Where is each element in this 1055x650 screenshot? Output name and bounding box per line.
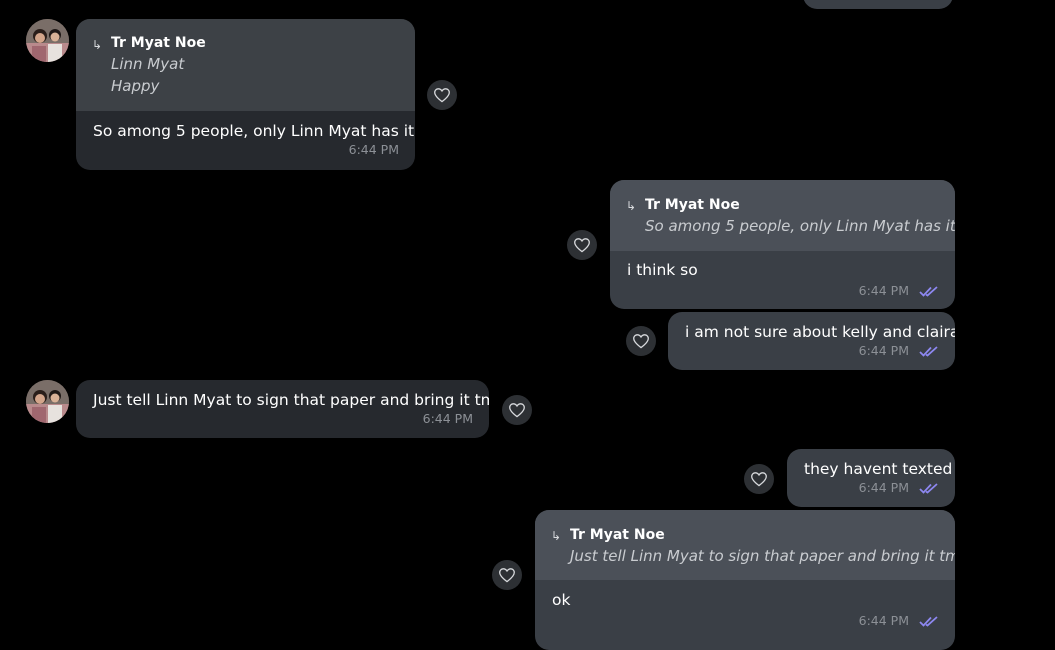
message-text: ok — [552, 591, 571, 609]
avatar-image — [26, 19, 69, 62]
quote-text-line: Happy — [111, 77, 160, 95]
message-bubble-incoming[interactable]: ↳ Tr Myat Noe Linn Myat Happy So among 5… — [76, 19, 415, 170]
message-text: So among 5 people, only Linn Myat has it… — [93, 122, 415, 140]
quote-text-line: So among 5 people, only Linn Myat has it… — [645, 217, 955, 235]
read-receipt-icon — [919, 286, 938, 297]
message-timestamp: 6:44 PM — [422, 411, 473, 426]
message-text: i think so — [627, 261, 698, 279]
heart-icon — [574, 238, 590, 253]
message-bubble-incoming[interactable]: Just tell Linn Myat to sign that paper a… — [76, 380, 489, 438]
reply-quote[interactable]: ↳ Tr Myat Noe So among 5 people, only Li… — [610, 180, 955, 251]
read-receipt-icon — [919, 346, 938, 357]
reply-arrow-icon: ↳ — [92, 38, 103, 52]
reply-quote[interactable]: ↳ Tr Myat Noe Just tell Linn Myat to sig… — [535, 510, 955, 580]
heart-icon — [434, 88, 450, 103]
react-button[interactable] — [427, 80, 457, 110]
react-button[interactable] — [492, 560, 522, 590]
quote-text-line: Just tell Linn Myat to sign that paper a… — [570, 547, 955, 565]
message-text: Just tell Linn Myat to sign that paper a… — [93, 391, 489, 409]
message-text: i am not sure about kelly and claira — [685, 323, 955, 341]
react-button[interactable] — [626, 326, 656, 356]
message-bubble-outgoing[interactable]: ↳ Tr Myat Noe So among 5 people, only Li… — [610, 180, 955, 309]
reply-quote[interactable]: ↳ Tr Myat Noe Linn Myat Happy — [76, 19, 415, 111]
heart-icon — [499, 568, 515, 583]
react-button[interactable] — [567, 230, 597, 260]
message-timestamp: 6:44 PM — [858, 343, 910, 358]
avatar[interactable] — [26, 19, 69, 62]
message-bubble-cropped — [803, 0, 953, 9]
message-timestamp: 6:44 PM — [858, 613, 910, 628]
heart-icon — [633, 334, 649, 349]
avatar[interactable] — [26, 380, 69, 423]
react-button[interactable] — [744, 464, 774, 494]
quote-sender-name: Tr Myat Noe — [645, 197, 740, 213]
reply-arrow-icon: ↳ — [551, 529, 562, 543]
quote-text-line: Linn Myat — [111, 55, 185, 73]
react-button[interactable] — [502, 395, 532, 425]
message-timestamp: 6:44 PM — [858, 283, 910, 298]
avatar-image — [26, 380, 69, 423]
reply-arrow-icon: ↳ — [626, 199, 637, 213]
message-timestamp: 6:44 PM — [348, 142, 399, 157]
message-bubble-outgoing[interactable]: i am not sure about kelly and claira 6:4… — [668, 312, 955, 370]
read-receipt-icon — [919, 483, 938, 494]
message-bubble-outgoing[interactable]: ↳ Tr Myat Noe Just tell Linn Myat to sig… — [535, 510, 955, 650]
message-bubble-outgoing[interactable]: they havent texted 6:44 PM — [787, 449, 955, 507]
message-timestamp: 6:44 PM — [858, 480, 910, 495]
heart-icon — [751, 472, 767, 487]
quote-sender-name: Tr Myat Noe — [111, 35, 206, 51]
heart-icon — [509, 403, 525, 418]
message-text: they havent texted — [804, 460, 953, 478]
quote-sender-name: Tr Myat Noe — [570, 527, 665, 543]
